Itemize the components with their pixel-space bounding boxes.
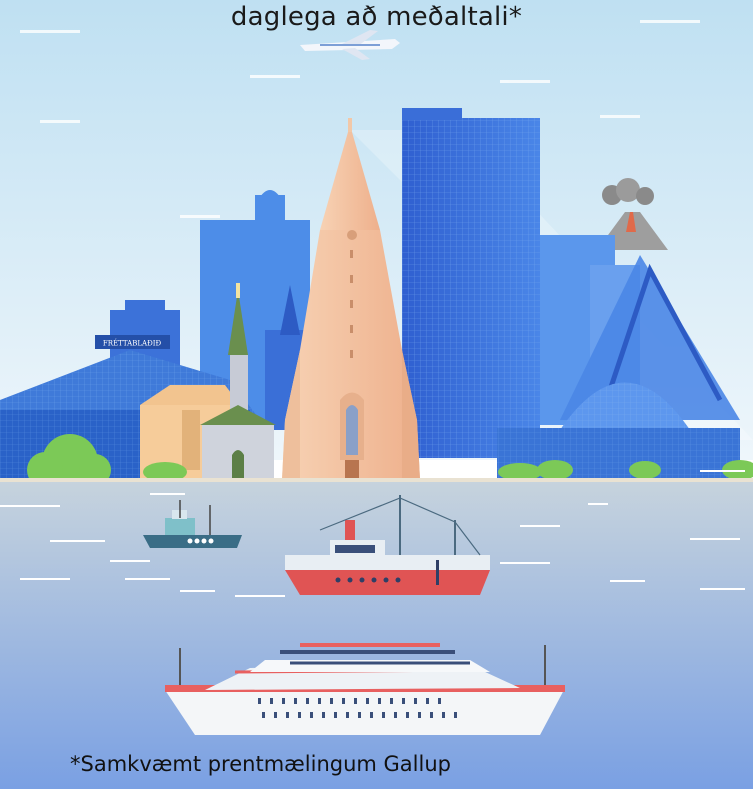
building-sign-text: FRÉTTABLAÐIÐ: [103, 339, 162, 348]
tall-tower: [402, 108, 540, 458]
footnote-text: *Samkvæmt prentmælingum Gallup: [70, 752, 451, 776]
ground-strip: [0, 478, 753, 482]
newspaper-sign: FRÉTTABLAÐIÐ: [95, 335, 170, 349]
illustration-canvas: FRÉTTABLAÐIÐ daglega að meðaltali* *Samk…: [0, 0, 753, 789]
reykjavik-illustration: FRÉTTABLAÐIÐ: [0, 0, 753, 789]
sea-background: [0, 482, 753, 789]
headline-text: daglega að meðaltali*: [230, 2, 523, 32]
